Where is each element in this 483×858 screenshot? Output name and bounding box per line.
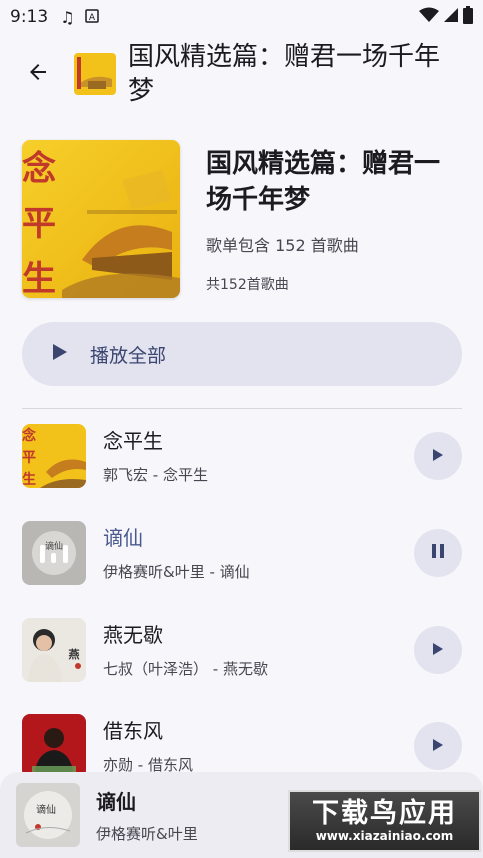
play-icon [432, 641, 444, 660]
wifi-icon [419, 7, 439, 28]
play-icon [52, 343, 68, 365]
song-artwork: 燕 [22, 618, 86, 682]
play-all-label: 播放全部 [90, 344, 167, 367]
play-all-button[interactable]: 播放全部 [22, 322, 462, 386]
watermark-main-text: 下载鸟应用 [312, 798, 457, 829]
playlist-song-count: 共152首歌曲 [206, 277, 289, 293]
song-title: 借东风 [103, 718, 163, 743]
playlist-info: 国风精选篇：赠君一场千年梦 歌单包含 152 首歌曲 共152首歌曲 [206, 140, 456, 300]
playlist-header: 念 平 生 国风精选篇：赠君一场千年梦 歌单包含 152 首歌曲 共152首歌曲 [22, 140, 462, 300]
song-item[interactable]: 借东风 亦勋 - 借东风 [22, 714, 462, 778]
playlist-thumbnail [74, 53, 116, 95]
svg-text:生: 生 [22, 471, 36, 488]
cellular-icon [443, 7, 459, 28]
song-play-button[interactable] [414, 722, 462, 770]
mini-player-title: 谪仙 [96, 790, 136, 814]
song-play-button[interactable] [414, 626, 462, 674]
svg-text:平: 平 [22, 204, 56, 244]
song-item[interactable]: 燕 燕无歇 七叔（叶泽浩） - 燕无歇 [22, 618, 462, 682]
song-artwork: 谪仙 [22, 521, 86, 585]
play-icon [432, 737, 444, 756]
song-pause-button[interactable] [414, 529, 462, 577]
mini-player-artwork: 谪仙 [16, 783, 80, 847]
watermark-url: www.xiazainiao.com [315, 829, 454, 843]
playlist-title: 国风精选篇：赠君一场千年梦 [206, 149, 441, 215]
song-title: 念平生 [103, 428, 163, 453]
song-subtitle: 伊格赛听&叶里 - 谪仙 [103, 562, 250, 581]
playlist-description: 歌单包含 152 首歌曲 [206, 236, 359, 255]
back-button[interactable] [14, 50, 62, 98]
song-item-active[interactable]: 谪仙 谪仙 伊格赛听&叶里 - 谪仙 [22, 521, 462, 585]
top-app-bar: 国风精选篇：赠君一场千年梦 [0, 34, 483, 114]
battery-icon [463, 5, 473, 29]
status-bar: 9:13 ♫ A [0, 0, 483, 34]
svg-text:念: 念 [22, 149, 56, 189]
song-artwork: 念 平 生 [22, 424, 86, 488]
song-item[interactable]: 念 平 生 念平生 郭飞宏 - 念平生 [22, 424, 462, 488]
top-bar-title: 国风精选篇：赠君一场千年梦 [128, 42, 441, 106]
music-note-icon: ♫ [60, 7, 75, 27]
mini-player-artist: 伊格赛听&叶里 [96, 825, 198, 843]
song-subtitle: 七叔（叶泽浩） - 燕无歇 [103, 659, 268, 678]
play-icon [432, 447, 444, 466]
song-play-button[interactable] [414, 432, 462, 480]
svg-text:谪仙: 谪仙 [45, 540, 63, 552]
status-indicators [419, 5, 473, 29]
song-title: 燕无歇 [103, 622, 163, 647]
song-artwork [22, 714, 86, 778]
watermark-logo: 下载鸟应用 www.xiazainiao.com [288, 790, 481, 852]
pause-icon [431, 543, 445, 563]
divider [22, 408, 462, 409]
arrow-back-icon [26, 60, 50, 88]
svg-text:A: A [88, 13, 95, 23]
svg-text:谪仙: 谪仙 [36, 803, 56, 816]
song-subtitle: 郭飞宏 - 念平生 [103, 465, 208, 484]
svg-text:平: 平 [22, 450, 36, 466]
playlist-cover: 念 平 生 [22, 140, 180, 298]
status-time: 9:13 [10, 7, 49, 27]
svg-text:念: 念 [22, 427, 37, 444]
song-title: 谪仙 [103, 525, 143, 550]
svg-text:生: 生 [22, 259, 56, 298]
svg-text:燕: 燕 [69, 647, 80, 661]
notification-a-icon: A [84, 8, 99, 27]
